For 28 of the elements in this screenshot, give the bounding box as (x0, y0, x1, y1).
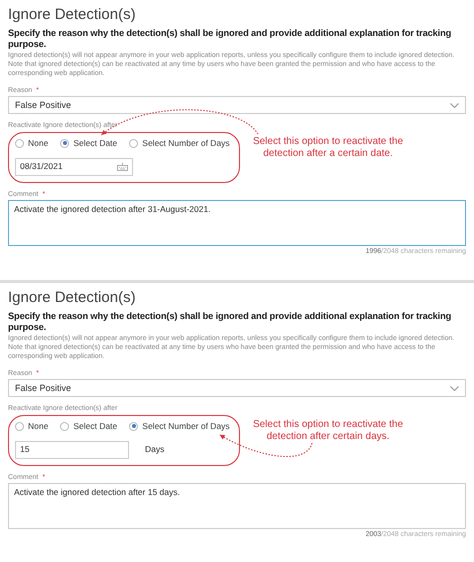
callout-text: Select this option to reactivate the detection after certain days. (252, 418, 404, 443)
form-heading: Specify the reason why the detection(s) shall be ignored and provide additional explanation for tracking purpose. (8, 311, 452, 334)
radio-label: Select Date (73, 420, 118, 433)
radio-label: Select Number of Days (142, 136, 230, 150)
days-field[interactable]: 15 (15, 440, 129, 459)
dialog-title: Ignore Detection(s) (8, 6, 137, 24)
form-heading: Specify the reason why the detection(s) shall be ignored and provide additional explanation for tracking purpose. (8, 28, 452, 50)
date-field[interactable]: 08/31/2021 (15, 158, 133, 176)
radio-button[interactable] (15, 422, 24, 431)
dialog-title: Ignore Detection(s) (8, 289, 137, 307)
radio-label: Select Date (73, 136, 118, 150)
radio-button[interactable] (15, 138, 24, 148)
radio-button[interactable] (129, 422, 138, 431)
radio-label: Select Number of Days (142, 420, 230, 433)
comment-field[interactable]: Activate the ignored detection after 31-August-2021. (8, 200, 466, 246)
reason-dropdown[interactable]: False Positive (8, 96, 466, 114)
reason-dropdown[interactable]: False Positive (8, 379, 466, 398)
radio-button[interactable] (129, 138, 138, 148)
keyboard-icon[interactable] (117, 162, 128, 172)
radio-button[interactable] (60, 422, 70, 431)
chevron-down-icon (450, 386, 459, 391)
unit-label: Days (145, 443, 164, 456)
comment-field[interactable]: Activate the ignored detection after 15 days. (8, 483, 466, 530)
radio-label: None (28, 136, 48, 150)
callout-text: Select this option to reactivate the detection after a certain date. (252, 136, 404, 160)
radio-button[interactable] (60, 138, 70, 148)
chevron-down-icon (450, 102, 459, 108)
radio-label: None (28, 420, 48, 433)
